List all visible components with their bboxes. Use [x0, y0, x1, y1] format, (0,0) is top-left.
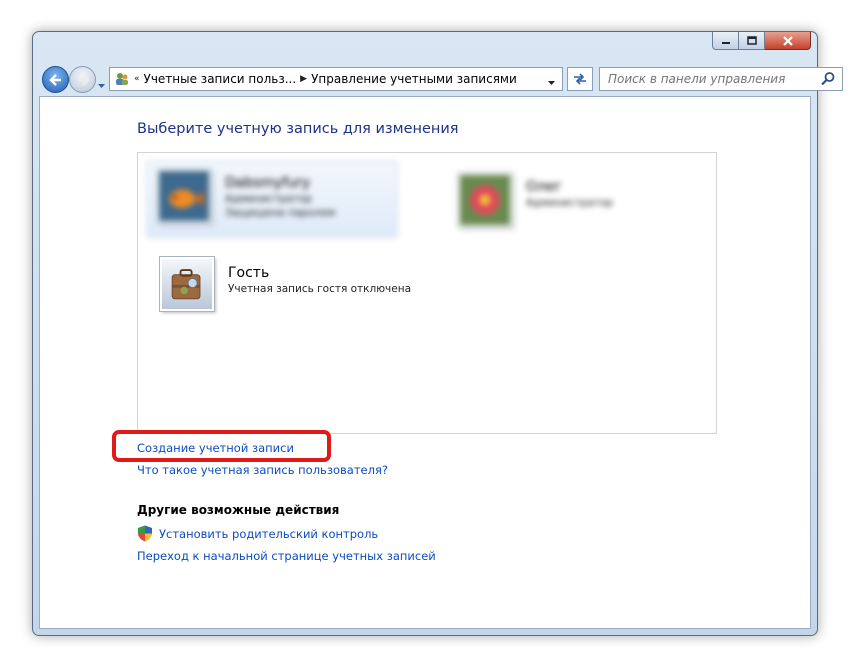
what-is-account-link[interactable]: Что такое учетная запись пользователя?: [137, 463, 388, 477]
minimize-button[interactable]: [712, 32, 739, 50]
highlight-box: [112, 430, 331, 462]
breadcrumb-user-accounts[interactable]: Учетные записи польз...: [144, 72, 297, 86]
shield-icon: [138, 525, 152, 542]
parental-control-link[interactable]: Установить родительский контроль: [159, 527, 378, 541]
breadcrumb-overflow[interactable]: «: [134, 74, 140, 84]
forward-button[interactable]: [69, 66, 96, 93]
account-name: Олег: [526, 179, 562, 195]
address-dropdown[interactable]: [547, 75, 556, 89]
caption-buttons: [712, 32, 811, 50]
avatar-suitcase-icon: [160, 257, 214, 311]
minimize-icon: [721, 41, 730, 44]
accounts-panel: Dabsmyfury Администратор Защищена пароле…: [137, 152, 717, 434]
account-tile-admin[interactable]: Dabsmyfury Администратор Защищена пароле…: [146, 160, 398, 238]
address-bar[interactable]: « Учетные записи польз... ▶ Управление у…: [109, 67, 563, 91]
account-name: Dabsmyfury: [225, 175, 311, 191]
chevron-down-icon: [98, 84, 105, 88]
close-icon: [782, 35, 793, 46]
search-icon[interactable]: [820, 71, 836, 87]
navigation-bar: « Учетные записи польз... ▶ Управление у…: [39, 64, 843, 94]
account-role: Администратор: [225, 193, 313, 205]
maximize-icon: [746, 36, 757, 45]
account-info-guest: Гость Учетная запись гостя отключена: [228, 265, 411, 295]
account-tile-admin-2[interactable]: Олег Администратор: [448, 165, 688, 235]
account-tile-guest[interactable]: Гость Учетная запись гостя отключена: [160, 257, 560, 321]
account-status: Учетная запись гостя отключена: [228, 283, 412, 295]
account-role: Администратор: [526, 197, 614, 209]
maximize-button[interactable]: [739, 32, 765, 50]
accounts-home-link[interactable]: Переход к начальной странице учетных зап…: [137, 549, 436, 563]
other-actions-heading: Другие возможные действия: [137, 503, 340, 517]
arrow-left-icon: [48, 73, 61, 86]
arrow-right-icon: [77, 73, 90, 86]
search-box[interactable]: [599, 67, 843, 91]
chevron-down-icon: [548, 81, 555, 85]
avatar-flower-icon: [458, 173, 512, 227]
users-icon: [116, 73, 128, 85]
page-title: Выберите учетную запись для изменения: [137, 121, 459, 137]
content-pane: Выберите учетную запись для изменения Da…: [39, 96, 811, 629]
refresh-icon: [574, 73, 586, 85]
control-panel-window: « Учетные записи польз... ▶ Управление у…: [32, 31, 843, 636]
back-button[interactable]: [42, 66, 69, 93]
account-name: Гость: [228, 265, 270, 281]
account-status: Защищена паролем: [225, 207, 336, 219]
recent-pages-dropdown[interactable]: [97, 74, 106, 93]
breadcrumb-manage-accounts[interactable]: Управление учетными записями: [311, 72, 517, 86]
account-info-admin-2: Олег Администратор: [526, 179, 613, 209]
search-input[interactable]: [606, 71, 820, 87]
account-info-admin: Dabsmyfury Администратор Защищена пароле…: [225, 175, 335, 219]
refresh-button[interactable]: [567, 67, 593, 91]
parental-control-item[interactable]: Установить родительский контроль: [137, 525, 378, 542]
breadcrumb-separator-icon[interactable]: ▶: [300, 74, 307, 84]
close-button[interactable]: [765, 32, 811, 50]
avatar-fish-icon: [157, 169, 211, 223]
